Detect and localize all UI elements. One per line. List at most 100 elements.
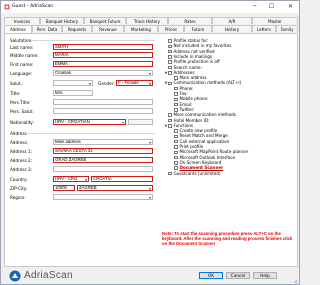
tree-item[interactable]: Reset Match and Merge xyxy=(170,133,228,138)
outlook-icon xyxy=(174,155,178,160)
footer-bar: AdriaScan OK Cancel Help xyxy=(1,267,299,285)
window-title: Guest - AdriaScan xyxy=(12,4,54,9)
help-button[interactable]: Help xyxy=(253,272,277,279)
minimize-button[interactable]: ─ xyxy=(248,1,261,12)
country-name-field[interactable]: CROATIA xyxy=(91,176,153,182)
tree-item[interactable]: More communication methods xyxy=(164,112,236,117)
tree-item[interactable]: Microsoft MapPoint Route planner xyxy=(170,149,248,154)
logo-text: AdriaScan xyxy=(24,270,73,281)
warning-icon xyxy=(168,49,172,54)
tree-item[interactable]: Profile protection is off xyxy=(164,59,220,64)
pers-salut-label: Pers. Salut: xyxy=(10,109,34,114)
tab-invoices[interactable]: Invoices xyxy=(4,17,40,24)
address1-field[interactable]: SAVSKA CESTA 31 xyxy=(53,148,153,154)
tab-marketing[interactable]: Marketing xyxy=(124,25,158,32)
tab-prices[interactable]: Prices xyxy=(158,25,184,32)
home-icon xyxy=(174,76,178,80)
tab-banquet-history[interactable]: Banquet History xyxy=(40,17,84,24)
title-field[interactable]: Mrs. xyxy=(53,90,93,96)
tree-item[interactable]: On Screen Keyboard xyxy=(170,160,221,165)
tree-item[interactable]: Print profile xyxy=(170,144,203,149)
tree-item[interactable]: Fax: xyxy=(170,91,188,96)
region-select[interactable] xyxy=(53,194,153,200)
language-select[interactable]: Croatian xyxy=(53,70,153,76)
tab-family[interactable]: Family xyxy=(276,25,298,32)
tree-item[interactable]: Include in mailings xyxy=(164,54,212,59)
tree-item-label: Addresses xyxy=(173,69,195,75)
tree-item[interactable]: Call external application xyxy=(170,139,229,144)
title-label: Title: xyxy=(10,91,21,96)
printer-icon xyxy=(174,145,178,149)
tree-item[interactable]: Microsoft Outlook Interface xyxy=(170,155,235,160)
fax-icon xyxy=(174,92,178,96)
tree-item[interactable]: Phone: xyxy=(170,86,194,91)
first-name-label: First name: xyxy=(10,62,34,67)
tree-item-label: Search name: xyxy=(173,64,202,70)
tab-history[interactable]: History xyxy=(212,25,252,32)
salut-select[interactable] xyxy=(53,80,93,86)
tree-item[interactable]: Search name: xyxy=(164,65,202,70)
city-select[interactable]: ZAGREB xyxy=(77,185,153,191)
gender-select[interactable]: F - Female xyxy=(116,80,153,86)
nationality-lookup-button[interactable] xyxy=(128,119,153,125)
resize-grip-icon[interactable] xyxy=(293,279,298,284)
phone-icon xyxy=(174,86,178,91)
zip-field[interactable]: 10000 xyxy=(53,185,75,191)
tree-item[interactable]: ▼ Communication methods (ALT+I) xyxy=(164,80,242,86)
tree-item-label: Create new profile xyxy=(179,128,218,134)
tree-item[interactable]: Profile status for: xyxy=(164,38,208,43)
tab-master[interactable]: Master xyxy=(252,17,298,24)
tree-item[interactable]: Not included in my favorites xyxy=(164,43,231,48)
tab-ar[interactable]: A/R xyxy=(212,17,252,24)
middle-name-field[interactable]: MARIA xyxy=(53,52,153,58)
address-group-label: Address xyxy=(10,131,27,136)
pers-title-field[interactable] xyxy=(53,99,153,105)
address2-field[interactable]: GRAD ZAGREB xyxy=(53,157,153,163)
tree-item-label: Include in mailings xyxy=(173,53,212,59)
tab-rates[interactable]: Rates xyxy=(168,17,212,24)
star-icon xyxy=(168,44,172,49)
tab-pers-data[interactable]: Pers. Data xyxy=(32,25,62,32)
country-select[interactable]: HRV - CRO xyxy=(53,176,89,182)
mobile-icon xyxy=(174,97,178,102)
ok-button[interactable]: OK xyxy=(199,272,223,279)
tree-item[interactable]: Create new profile xyxy=(170,128,217,133)
tab-row-1: Invoices Banquet History Banquet Future … xyxy=(4,17,298,24)
tree-item-label: Communication methods (ALT+I) xyxy=(173,80,242,86)
tree-item[interactable]: Address not verified xyxy=(164,49,215,54)
tab-future[interactable]: Future xyxy=(184,25,212,32)
tree-item[interactable]: Twitter: xyxy=(170,107,195,112)
nationality-label: Nationality: xyxy=(10,120,34,125)
tree-item[interactable]: Guestcards (unlimited) xyxy=(164,171,220,176)
cancel-button[interactable]: Cancel xyxy=(226,272,250,279)
address2-label: Address 2: xyxy=(10,158,33,163)
tab-banquet-future[interactable]: Banquet Future xyxy=(84,17,126,24)
salut-label: Salut.: xyxy=(10,81,24,86)
tree-item[interactable]: Mobile phone: xyxy=(170,96,208,101)
tree-item[interactable]: Hotel Member ID: xyxy=(164,118,210,123)
last-name-field[interactable]: SMITH xyxy=(53,44,153,50)
nationality-select[interactable]: HRV - CROATIAN xyxy=(53,119,126,125)
tree-item[interactable]: Document Scanner xyxy=(170,165,223,170)
address3-field[interactable] xyxy=(53,166,153,172)
tree-item-label: Phone: xyxy=(179,85,194,91)
tree-item-label: Not included in my favorites xyxy=(173,43,232,49)
tree-item[interactable]: Email: xyxy=(170,102,192,107)
tab-requests[interactable]: Requests xyxy=(62,25,92,32)
mail-icon xyxy=(168,55,172,59)
address-type-select[interactable]: Main address xyxy=(53,139,153,145)
tab-letters[interactable]: Letters xyxy=(252,25,276,32)
maximize-button[interactable]: ☐ xyxy=(265,1,278,12)
tab-address[interactable]: Address xyxy=(4,25,32,33)
tab-revenue[interactable]: Revenue xyxy=(92,25,124,32)
address-panel: Salutation Last name: SMITH Middle name:… xyxy=(4,33,298,267)
tree-item[interactable]: ▼ Addresses xyxy=(164,69,195,75)
tree-item[interactable]: ▼ Functions xyxy=(164,123,193,128)
tree-item[interactable]: Main address xyxy=(170,75,207,80)
tree-item-label: Functions xyxy=(173,122,194,128)
tree-item-label: Profile protection is off xyxy=(173,59,220,65)
tab-trace-history[interactable]: Trace History xyxy=(126,17,168,24)
close-button[interactable]: ✕ xyxy=(284,1,297,12)
first-name-field[interactable]: EMMA xyxy=(53,61,153,67)
pers-salut-field[interactable] xyxy=(53,108,153,114)
